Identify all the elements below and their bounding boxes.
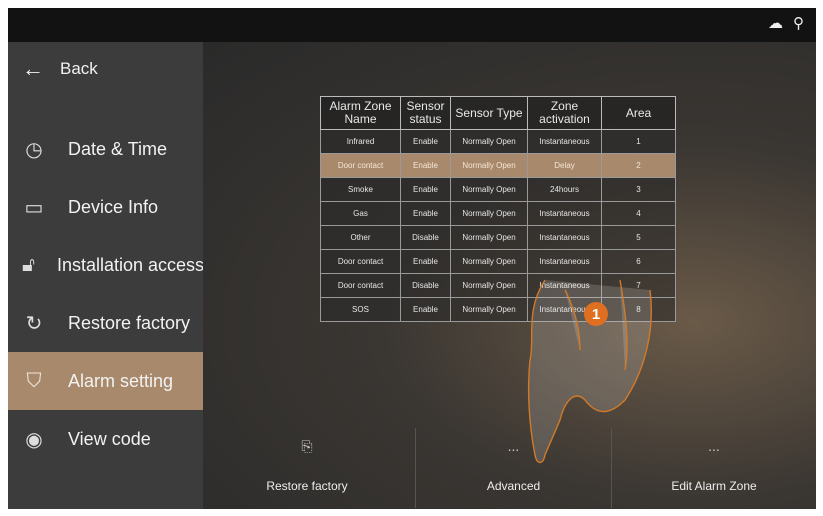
table-cell: Door contact [320,153,401,178]
sidebar-item-label: Alarm setting [68,370,174,391]
column-header: Sensor status [400,96,451,130]
status-bar: ☁ ⚲ [8,8,816,42]
step-callout-marker: 1 [584,302,608,326]
table-cell: Instantaneous [527,225,602,250]
bottom-action-bar: ⎘ Restore factory ... Advanced ... Edit … [203,420,816,509]
sidebar-item-date-time[interactable]: ◷ Date & Time [8,120,203,178]
table-cell: Door contact [320,249,401,274]
table-cell: Enable [400,297,451,322]
table-cell: Gas [320,201,401,226]
table-cell: Normally Open [450,177,528,202]
table-cell: Instantaneous [527,201,602,226]
table-row[interactable]: Infrared Enable Normally Open Instantaneous… [320,129,676,154]
table-cell: Instantaneous [527,129,602,154]
back-label: Back [60,59,98,78]
table-row[interactable]: Smoke Enable Normally Open 24hours 3 [320,177,676,202]
more-icon: ... [708,438,720,454]
table-cell: 5 [601,225,676,250]
table-cell: Disable [400,225,451,250]
table-header-row: Alarm Zone Name Sensor status Sensor Typ… [320,96,676,130]
table-cell: Normally Open [450,129,528,154]
table-cell: Door contact [320,273,401,298]
restore-factory-button[interactable]: ⎘ Restore factory [203,420,411,509]
table-cell: Normally Open [450,201,528,226]
table-cell: 8 [601,297,676,322]
sidebar-item-restore-factory[interactable]: ↻ Restore factory [8,294,203,352]
table-cell: Enable [400,153,451,178]
table-row[interactable]: Door contact Disable Normally Open Instanta… [320,273,676,298]
table-cell: Enable [400,249,451,274]
table-row[interactable]: SOS Enable Normally Open Instantaneous 8 [320,297,676,322]
table-cell: 6 [601,249,676,274]
more-icon: ... [507,438,520,454]
table-cell: Enable [400,129,451,154]
table-cell: Normally Open [450,297,528,322]
clock-icon: ◷ [25,138,43,161]
cloud-icon: ☁ [768,15,783,32]
network-icon: ⚲ [793,15,804,32]
sidebar-item-label: View code [68,428,151,449]
table-cell: Infrared [320,129,401,154]
table-cell: Smoke [320,177,401,202]
restore-icon: ↻ [25,312,43,335]
sidebar-item-label: Device Info [68,196,159,217]
table-cell: Enable [400,177,451,202]
column-header: Area [601,96,676,130]
sidebar-item-view-code[interactable]: ◉ View code [8,410,203,468]
table-cell: Delay [527,153,602,178]
sidebar-item-installation-access[interactable]: 🔓︎ Installation access [8,236,203,294]
table-cell: Normally Open [450,225,528,250]
column-header: Alarm Zone Name [320,96,401,130]
table-row[interactable]: Other Disable Normally Open Instantaneous 5 [320,225,676,250]
table-cell: 3 [601,177,676,202]
restore-factory-label: Restore factory [266,479,348,493]
table-cell: 4 [601,201,676,226]
device-info-icon: ▭ [24,196,44,219]
sidebar-item-label: Restore factory [68,312,191,333]
alarm-shield-icon: ⛉ [26,369,42,392]
table-cell: Disable [400,273,451,298]
alarm-zone-table: Alarm Zone Name Sensor status Sensor Typ… [320,96,676,322]
table-cell: 24hours [527,177,602,202]
sidebar-item-label: Date & Time [68,138,168,159]
table-cell: 1 [601,129,676,154]
sidebar-item-alarm-setting[interactable]: ⛉ Alarm setting [8,352,203,410]
table-cell: Instantaneous [527,249,602,274]
edit-alarm-zone-label: Edit Alarm Zone [671,479,757,493]
advanced-button[interactable]: ... Advanced [416,420,611,509]
table-cell: Normally Open [450,153,528,178]
table-row[interactable]: Gas Enable Normally Open Instantaneous 4 [320,201,676,226]
restore-icon: ⎘ [301,438,313,454]
back-arrow-icon: ← [22,56,44,81]
table-row[interactable]: Door contact Enable Normally Open Instantan… [320,249,676,274]
lock-icon: 🔓︎ [22,253,35,276]
column-header: Zone activation [527,96,602,130]
table-cell: Normally Open [450,249,528,274]
advanced-label: Advanced [486,479,541,493]
edit-alarm-zone-button[interactable]: ... Edit Alarm Zone [612,420,816,509]
table-cell: Enable [400,201,451,226]
sidebar-item-device-info[interactable]: ▭ Device Info [8,178,203,236]
table-cell: 2 [601,153,676,178]
table-row[interactable]: Door contact Enable Normally Open Delay 2 [320,153,676,178]
back-button[interactable]: ← Back [8,42,203,96]
table-cell: Instantaneous [527,273,602,298]
table-cell: Other [320,225,401,250]
column-header: Sensor Type [450,96,528,130]
table-cell: 7 [601,273,676,298]
sidebar: ← Back ◷ Date & Time ▭ Device Info 🔓︎ In… [8,42,203,509]
table-cell: Normally Open [450,273,528,298]
table-cell: SOS [320,297,401,322]
sidebar-item-label: Installation access [56,254,203,275]
eye-icon: ◉ [25,428,43,451]
